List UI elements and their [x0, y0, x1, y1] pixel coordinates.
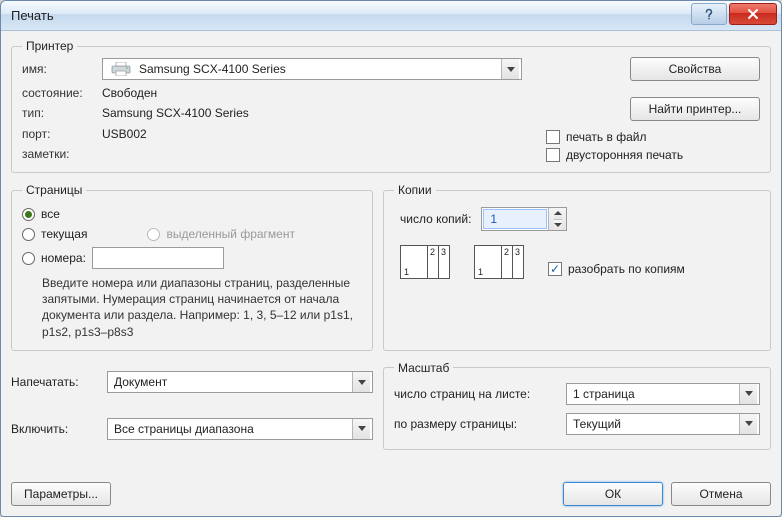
duplex-label: двусторонняя печать [566, 148, 683, 162]
print-dialog: Печать Принтер имя: [0, 0, 782, 517]
pages-current-label: текущая [41, 227, 87, 241]
close-icon [747, 8, 759, 20]
pages-hint: Введите номера или диапазоны страниц, ра… [42, 275, 362, 340]
type-label: тип: [22, 106, 96, 120]
notes-label: заметки: [22, 147, 96, 161]
pages-all-label: все [41, 207, 60, 221]
pages-all-radio[interactable] [22, 208, 35, 221]
copies-value: 1 [483, 209, 547, 229]
help-button[interactable] [691, 3, 727, 25]
include-label: Включить: [11, 422, 101, 436]
copies-count-label: число копий: [400, 212, 471, 226]
printer-legend: Принтер [22, 39, 77, 53]
titlebar[interactable]: Печать [1, 1, 781, 31]
printer-icon [109, 62, 133, 76]
close-button[interactable] [729, 3, 777, 25]
scale-group: Масштаб число страниц на листе: 1 страни… [383, 361, 771, 450]
chevron-down-icon [739, 414, 757, 434]
spinner-down-icon[interactable] [554, 220, 562, 231]
per-sheet-combo[interactable]: 1 страница [566, 383, 760, 405]
chevron-down-icon [501, 59, 519, 79]
parameters-button[interactable]: Параметры... [11, 482, 111, 506]
chevron-down-icon [739, 384, 757, 404]
pages-group: Страницы все текущая выделенный фрагмент… [11, 183, 373, 351]
cancel-button[interactable]: Отмена [671, 482, 771, 506]
port-label: порт: [22, 127, 96, 141]
pages-numbers-radio[interactable] [22, 252, 35, 265]
print-what-combo[interactable]: Документ [107, 371, 373, 393]
properties-button[interactable]: Свойства [630, 57, 760, 81]
status-value: Свободен [102, 86, 522, 100]
collate-illustration-1: 3 2 1 [400, 245, 456, 293]
port-value: USB002 [102, 127, 522, 141]
scale-legend: Масштаб [394, 361, 453, 375]
window-title: Печать [11, 8, 54, 23]
copies-legend: Копии [394, 183, 436, 197]
collate-label: разобрать по копиям [568, 262, 685, 276]
collate-checkbox[interactable] [548, 262, 562, 276]
ok-button[interactable]: ОК [563, 482, 663, 506]
print-to-file-label: печать в файл [566, 130, 646, 144]
fit-combo[interactable]: Текущий [566, 413, 760, 435]
printer-name-value: Samsung SCX-4100 Series [139, 62, 286, 76]
pages-legend: Страницы [22, 183, 86, 197]
include-combo[interactable]: Все страницы диапазона [107, 418, 373, 440]
copies-group: Копии число копий: 1 3 2 1 [383, 183, 771, 351]
chevron-down-icon [352, 372, 370, 392]
print-what-group: Напечатать: Документ Включить: Все стран… [11, 361, 373, 450]
printer-name-combo[interactable]: Samsung SCX-4100 Series [102, 58, 522, 80]
type-value: Samsung SCX-4100 Series [102, 106, 522, 120]
print-to-file-checkbox[interactable] [546, 130, 560, 144]
help-icon [702, 7, 716, 21]
fit-label: по размеру страницы: [394, 417, 560, 431]
pages-current-radio[interactable] [22, 228, 35, 241]
spinner-up-icon[interactable] [554, 208, 562, 220]
print-what-label: Напечатать: [11, 375, 101, 389]
pages-selection-label: выделенный фрагмент [166, 227, 295, 241]
pages-selection-radio [147, 228, 160, 241]
copies-spinner[interactable]: 1 [481, 207, 567, 231]
printer-group: Принтер имя: Samsung SCX-4100 Series [11, 39, 771, 173]
per-sheet-label: число страниц на листе: [394, 387, 560, 401]
pages-numbers-input[interactable] [92, 247, 224, 269]
name-label: имя: [22, 62, 96, 76]
chevron-down-icon [352, 419, 370, 439]
collate-illustration-2: 3 2 1 [474, 245, 530, 293]
find-printer-button[interactable]: Найти принтер... [630, 97, 760, 121]
pages-numbers-label: номера: [41, 251, 86, 265]
status-label: состояние: [22, 86, 96, 100]
duplex-checkbox[interactable] [546, 148, 560, 162]
